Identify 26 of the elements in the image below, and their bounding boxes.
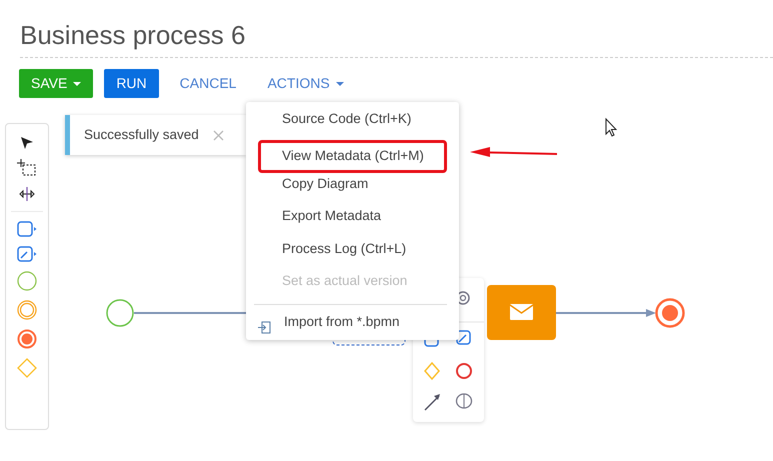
start-event-icon[interactable] xyxy=(17,271,37,291)
action-button[interactable]: RUN xyxy=(104,69,159,98)
menu-item[interactable]: Source Code (Ctrl+K) xyxy=(246,108,447,140)
pointer-icon[interactable] xyxy=(20,136,34,150)
toast-message: Successfully saved xyxy=(84,126,199,144)
menu-item[interactable]: Import from *.bpmn xyxy=(284,311,400,344)
link-button[interactable]: CANCEL xyxy=(170,69,246,98)
page-title: Business process 6 xyxy=(20,16,773,58)
end-event-icon[interactable] xyxy=(456,363,472,379)
menu-item[interactable]: Export Metadata xyxy=(246,205,447,238)
menu-item[interactable]: Copy Diagram xyxy=(246,172,447,206)
start-event[interactable] xyxy=(106,299,134,327)
connector-icon[interactable] xyxy=(424,394,440,411)
end-event[interactable] xyxy=(655,298,685,328)
link-button[interactable]: ACTIONS xyxy=(257,69,354,98)
end-event-icon[interactable] xyxy=(17,329,37,349)
email-task[interactable] xyxy=(487,285,556,340)
task-icon[interactable] xyxy=(17,221,37,237)
lasso-select-icon[interactable] xyxy=(17,159,37,177)
menu-item[interactable]: Process Log (Ctrl+L) xyxy=(246,238,447,270)
import-icon xyxy=(258,321,271,334)
move-icon[interactable] xyxy=(19,186,35,202)
menu-item[interactable]: View Metadata (Ctrl+M) xyxy=(258,140,447,173)
magic-task-icon[interactable] xyxy=(17,246,37,262)
mouse-cursor xyxy=(606,118,618,137)
envelope-icon xyxy=(510,304,534,320)
